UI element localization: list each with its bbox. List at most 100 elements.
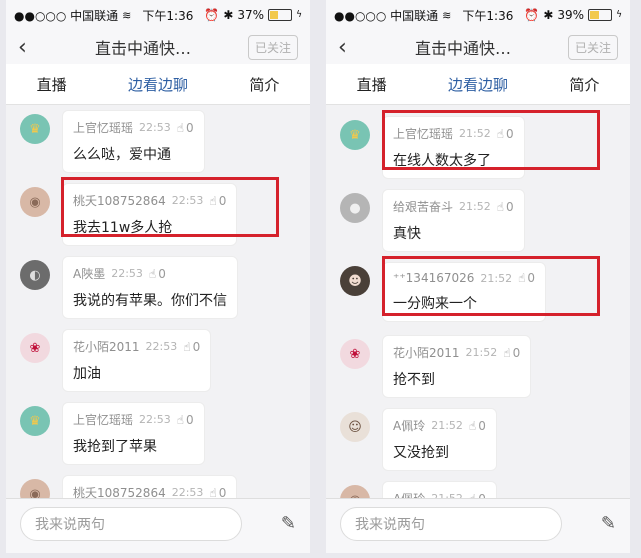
status-bar: ●●○○○ 中国联通 ≋ 下午1:36 ⏰ ✱ 37% ϟ bbox=[6, 0, 310, 30]
message-bubble: 花小陌2011 22:53 ☝ 0 加油 bbox=[62, 329, 212, 392]
thumb-up-icon: ☝ bbox=[468, 418, 477, 433]
alarm-icon: ⏰ bbox=[524, 8, 540, 22]
list-item: ♛ 上官忆瑶瑶 22:53 ☝ 0 么么哒，爱中通 bbox=[18, 110, 300, 174]
like-button[interactable]: ☝ 0 bbox=[209, 486, 226, 500]
message-time: 21:52 bbox=[465, 346, 498, 359]
rose-avatar[interactable]: ❀ bbox=[20, 333, 50, 363]
compose-icon[interactable]: ✎ bbox=[601, 513, 616, 534]
thumb-up-icon: ☝ bbox=[209, 193, 217, 208]
chevron-left-icon[interactable]: ‹ bbox=[18, 35, 38, 60]
wifi-icon: ≋ bbox=[442, 8, 452, 22]
message-bubble: A佩玲 21:52 ☝ 0 又没抢到 bbox=[382, 408, 497, 471]
crown-avatar[interactable]: ♛ bbox=[20, 406, 50, 436]
thumb-up-icon: ☝ bbox=[503, 345, 511, 360]
compose-icon[interactable]: ✎ bbox=[281, 513, 296, 534]
message-bubble: 上官忆瑶瑶 22:53 ☝ 0 我抢到了苹果 bbox=[62, 402, 205, 465]
thumb-up-icon: ☝ bbox=[148, 266, 157, 281]
status-time: 下午1:36 bbox=[462, 8, 514, 23]
chevron-left-icon[interactable]: ‹ bbox=[338, 35, 358, 60]
chat-list[interactable]: ♛ 上官忆瑶瑶 21:52 ☝ 0 在线人数太多了 ● 给艰苦奋斗 21:52 ☝ 0 真快 ☻ ⁺⁺13… bbox=[326, 104, 630, 499]
tab-bar: 直播 边看边聊 简介 bbox=[326, 64, 630, 105]
message-meta: 上官忆瑶瑶 22:53 ☝ 0 bbox=[73, 411, 194, 428]
input-bar: 我来说两句 ✎ bbox=[326, 498, 630, 553]
message-text: 我去11w多人抢 bbox=[73, 220, 173, 236]
sender-name[interactable]: 桃夭108752864 bbox=[73, 192, 166, 209]
page-title: 直击中通快… bbox=[94, 39, 191, 58]
like-count: 0 bbox=[512, 345, 521, 360]
message-meta: 花小陌2011 22:53 ☝ 0 bbox=[73, 338, 200, 355]
follow-button[interactable]: 已关注 bbox=[567, 34, 618, 60]
comment-input[interactable]: 我来说两句 bbox=[340, 507, 562, 541]
message-bubble: 桃夭108752864 22:53 ☝ 0 bbox=[62, 475, 238, 500]
like-count: 0 bbox=[218, 485, 227, 500]
tab-intro[interactable]: 简介 bbox=[569, 74, 599, 95]
message-bubble: ⁺⁺134167026 21:52 ☝ 0 一分购来一个 bbox=[382, 262, 547, 322]
battery-icon bbox=[588, 9, 613, 21]
tab-chat[interactable]: 边看边聊 bbox=[128, 74, 188, 95]
like-button[interactable]: ☝ 0 bbox=[497, 200, 514, 214]
user-avatar[interactable]: ◉ bbox=[20, 187, 50, 217]
charging-icon: ϟ bbox=[616, 10, 622, 20]
sender-name[interactable]: 桃夭108752864 bbox=[73, 484, 166, 499]
sender-name[interactable]: A陜墨 bbox=[73, 265, 105, 282]
message-text: 又没抢到 bbox=[393, 445, 449, 461]
tab-live[interactable]: 直播 bbox=[357, 74, 387, 95]
message-text: 加油 bbox=[73, 366, 101, 382]
crown-avatar[interactable]: ♛ bbox=[20, 114, 50, 144]
sender-name[interactable]: ⁺⁺134167026 bbox=[393, 271, 474, 285]
sender-name[interactable]: 花小陌2011 bbox=[73, 338, 140, 355]
crown-avatar[interactable]: ♛ bbox=[340, 120, 370, 150]
user-avatar[interactable]: ◐ bbox=[20, 260, 50, 290]
default-avatar[interactable]: ● bbox=[340, 193, 370, 223]
like-count: 0 bbox=[186, 120, 194, 135]
message-text: 我抢到了苹果 bbox=[73, 439, 157, 455]
like-count: 0 bbox=[158, 266, 166, 281]
tab-live[interactable]: 直播 bbox=[37, 74, 67, 95]
like-button[interactable]: ☝ 0 bbox=[209, 194, 226, 208]
like-button[interactable]: ☝ 0 bbox=[183, 340, 200, 354]
like-button[interactable]: ☝ 0 bbox=[177, 413, 194, 427]
bluetooth-icon: ✱ bbox=[543, 8, 554, 22]
sender-name[interactable]: A佩玲 bbox=[393, 417, 425, 434]
message-time: 21:52 bbox=[459, 200, 491, 213]
user-avatar[interactable]: ☻ bbox=[340, 266, 370, 296]
message-time: 22:53 bbox=[145, 340, 178, 353]
battery-percent: 37% bbox=[237, 8, 265, 22]
message-time: 22:53 bbox=[171, 194, 204, 207]
user-avatar[interactable]: ◉ bbox=[340, 485, 370, 499]
message-text: 抢不到 bbox=[393, 372, 435, 388]
message-time: 22:53 bbox=[139, 413, 171, 426]
chat-list[interactable]: ♛ 上官忆瑶瑶 22:53 ☝ 0 么么哒，爱中通 ◉ 桃夭108752864 22:53 ☝ 0 我… bbox=[6, 104, 310, 499]
sender-name[interactable]: 花小陌2011 bbox=[393, 344, 460, 361]
carrier-signal: ●●○○○ 中国联通 bbox=[14, 8, 119, 23]
user-avatar[interactable]: ☺ bbox=[340, 412, 370, 442]
nav-bar: ‹ 直击中通快… 已关注 bbox=[326, 30, 630, 64]
sender-name[interactable]: 上官忆瑶瑶 bbox=[73, 411, 133, 428]
page-title: 直击中通快… bbox=[414, 39, 511, 58]
battery-percent: 39% bbox=[557, 8, 585, 22]
user-avatar[interactable]: ◉ bbox=[20, 479, 50, 499]
sender-name[interactable]: 给艰苦奋斗 bbox=[393, 198, 453, 215]
comment-input[interactable]: 我来说两句 bbox=[20, 507, 242, 541]
sender-name[interactable]: 上官忆瑶瑶 bbox=[393, 125, 453, 142]
follow-button[interactable]: 已关注 bbox=[247, 34, 298, 60]
tab-intro[interactable]: 简介 bbox=[249, 74, 279, 95]
like-button[interactable]: ☝ 0 bbox=[149, 267, 166, 281]
like-button[interactable]: ☝ 0 bbox=[518, 271, 535, 285]
message-text: 么么哒，爱中通 bbox=[73, 147, 171, 163]
carrier-signal: ●●○○○ 中国联通 bbox=[334, 8, 439, 23]
like-count: 0 bbox=[527, 271, 536, 285]
like-button[interactable]: ☝ 0 bbox=[177, 121, 194, 135]
rose-avatar[interactable]: ❀ bbox=[340, 339, 370, 369]
like-button[interactable]: ☝ 0 bbox=[469, 419, 486, 433]
message-bubble: 给艰苦奋斗 21:52 ☝ 0 真快 bbox=[382, 189, 525, 252]
like-button[interactable]: ☝ 0 bbox=[503, 346, 520, 360]
like-button[interactable]: ☝ 0 bbox=[497, 127, 514, 141]
thumb-up-icon: ☝ bbox=[176, 120, 185, 135]
message-time: 21:52 bbox=[480, 271, 513, 285]
sender-name[interactable]: 上官忆瑶瑶 bbox=[73, 119, 133, 136]
list-item: ☻ ⁺⁺134167026 21:52 ☝ 0 一分购来一个 bbox=[338, 262, 620, 326]
like-count: 0 bbox=[478, 418, 486, 433]
like-count: 0 bbox=[186, 412, 194, 427]
tab-chat[interactable]: 边看边聊 bbox=[448, 74, 508, 95]
